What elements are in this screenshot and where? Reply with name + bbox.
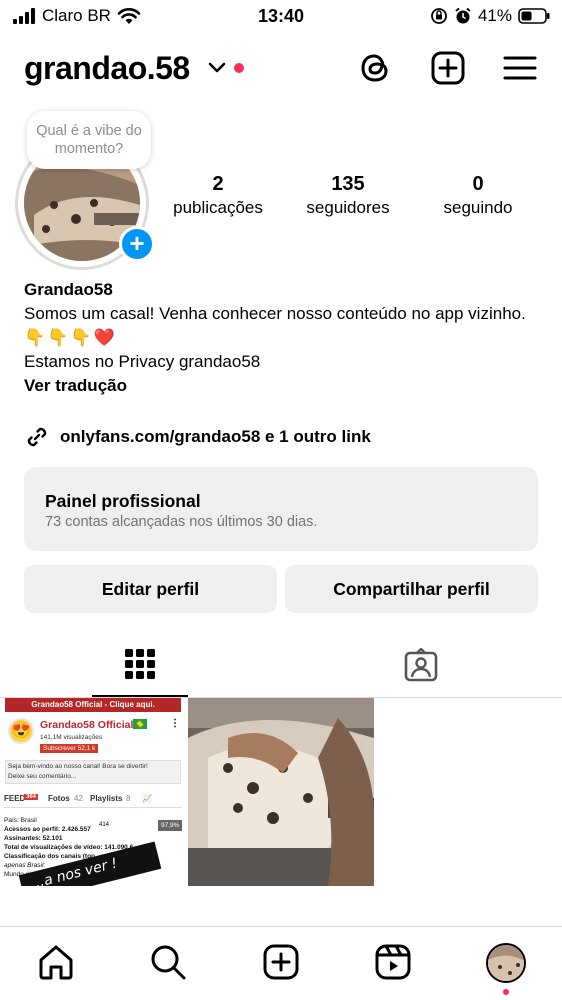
display-name: Grandao58 xyxy=(24,280,113,299)
post1-tab-feed: FEED xyxy=(4,794,26,803)
grid-icon[interactable] xyxy=(124,648,156,680)
post1-subscribers: Assinantes: 52.101 xyxy=(4,835,63,842)
threads-icon[interactable] xyxy=(358,50,394,86)
profile-notification-dot xyxy=(503,989,509,995)
post1-tab-photos-count: 42 xyxy=(74,794,83,803)
tab-indicator xyxy=(92,695,188,697)
link-icon xyxy=(27,427,47,447)
share-profile-button[interactable]: Compartilhar perfil xyxy=(285,565,538,613)
post-thumbnail-2[interactable] xyxy=(188,698,374,886)
external-link[interactable]: onlyfans.com/grandao58 e 1 outro link xyxy=(24,423,371,451)
post-thumbnail-1[interactable]: Grandao58 Official - Clique aqui. 😍 Gran… xyxy=(0,698,186,886)
stat-posts[interactable]: 2 publicações xyxy=(153,172,283,220)
stat-posts-value: 2 xyxy=(212,173,224,195)
create-icon[interactable] xyxy=(430,50,466,86)
post1-welcome1: Seja bem-vindo ao nosso canal! Bora se d… xyxy=(8,763,148,770)
post1-tab-playlists-count: 8 xyxy=(126,794,131,803)
stat-following[interactable]: 0 seguindo xyxy=(413,172,543,220)
account-switcher[interactable]: grandao.58 xyxy=(24,50,190,87)
brazil-flag-icon xyxy=(133,719,147,729)
pro-panel-title: Painel profissional xyxy=(45,491,201,511)
post1-meter: 97,9% xyxy=(158,820,183,831)
profile-bio: Grandao58 Somos um casal! Venha conhecer… xyxy=(24,278,544,398)
profile-avatar[interactable] xyxy=(486,943,526,983)
bottom-nav xyxy=(0,926,562,1000)
post1-chart-icon: 📈 xyxy=(142,794,152,803)
stat-followers[interactable]: 135 seguidores xyxy=(283,172,413,220)
post1-welcome2: Deixe seu comentário... xyxy=(8,773,77,780)
alarm-icon xyxy=(455,7,471,24)
profile-stats: 2 publicações 135 seguidores 0 seguindo xyxy=(160,172,562,232)
stat-following-label: seguindo xyxy=(443,198,513,217)
stat-following-value: 0 xyxy=(472,173,484,195)
post1-tab-feed-count: 364 xyxy=(24,794,39,800)
reels-icon[interactable] xyxy=(374,943,412,981)
post1-channel: Grandao58 Official xyxy=(40,719,134,731)
more-dots-icon: ⋮ xyxy=(170,718,180,729)
battery-percent: 41% xyxy=(477,6,512,25)
post1-views: 141,1M visualizações xyxy=(40,734,103,741)
bio-text: Somos um casal! Venha conhecer nosso con… xyxy=(24,302,544,350)
tagged-icon[interactable] xyxy=(404,648,438,682)
posts-grid: Grandao58 Official - Clique aqui. 😍 Gran… xyxy=(0,698,562,886)
post1-tab-photos: Fotos xyxy=(48,794,70,803)
post1-banner: Grandao58 Official - Clique aqui. xyxy=(5,698,181,712)
post1-tab-playlists: Playlists xyxy=(90,794,123,803)
link-text[interactable]: onlyfans.com/grandao58 e 1 outro link xyxy=(60,427,371,447)
profile-header: grandao.58 xyxy=(0,44,562,96)
home-icon[interactable] xyxy=(37,943,75,981)
post2-photo xyxy=(188,698,374,886)
edit-profile-button[interactable]: Editar perfil xyxy=(24,565,277,613)
status-bar: Claro BR 13:40 41% xyxy=(0,0,562,34)
add-story-button[interactable]: + xyxy=(119,226,155,262)
content-tabs xyxy=(0,640,562,698)
stat-followers-value: 135 xyxy=(331,173,365,195)
post1-subscribe: Subscrever 52,1 k xyxy=(40,744,99,753)
search-icon[interactable] xyxy=(149,943,187,981)
translate-link[interactable]: Ver tradução xyxy=(24,374,544,398)
professional-dashboard[interactable]: Painel profissional 73 contas alcançadas… xyxy=(24,467,538,551)
bio-line1: Somos um casal! Venha conhecer nosso con… xyxy=(24,304,526,323)
menu-icon[interactable] xyxy=(502,50,538,86)
post1-country: País: Brasil xyxy=(4,817,37,824)
nav-avatar-photo xyxy=(488,945,524,981)
notification-dot xyxy=(234,63,244,73)
post1-profile-access: Acessos ao perfil: 2.426.557 xyxy=(4,826,91,833)
stat-followers-label: seguidores xyxy=(306,198,390,217)
bio-line3: Estamos no Privacy grandao58 xyxy=(24,352,261,371)
note-bubble[interactable]: Qual é a vibe do momento? xyxy=(27,111,151,169)
create-post-icon[interactable] xyxy=(262,943,300,981)
stat-posts-label: publicações xyxy=(173,198,263,217)
orientation-lock-icon xyxy=(431,8,447,24)
battery-icon xyxy=(518,8,550,24)
pro-panel-subtitle: 73 contas alcançadas nos últimos 30 dias… xyxy=(45,514,318,530)
post1-welcome: Seja bem-vindo ao nosso canal! Bora se d… xyxy=(5,760,181,784)
chevron-down-icon[interactable] xyxy=(208,62,226,74)
bio-emojis: 👇👇👇❤️ xyxy=(24,328,117,347)
status-right: 41% xyxy=(430,6,550,26)
heart-eyes-emoji-icon: 😍 xyxy=(8,718,34,744)
post1-likes: 414 xyxy=(99,822,110,828)
post1-tabs: FEED 364 Fotos 42 Playlists 8 📈 xyxy=(4,794,182,808)
